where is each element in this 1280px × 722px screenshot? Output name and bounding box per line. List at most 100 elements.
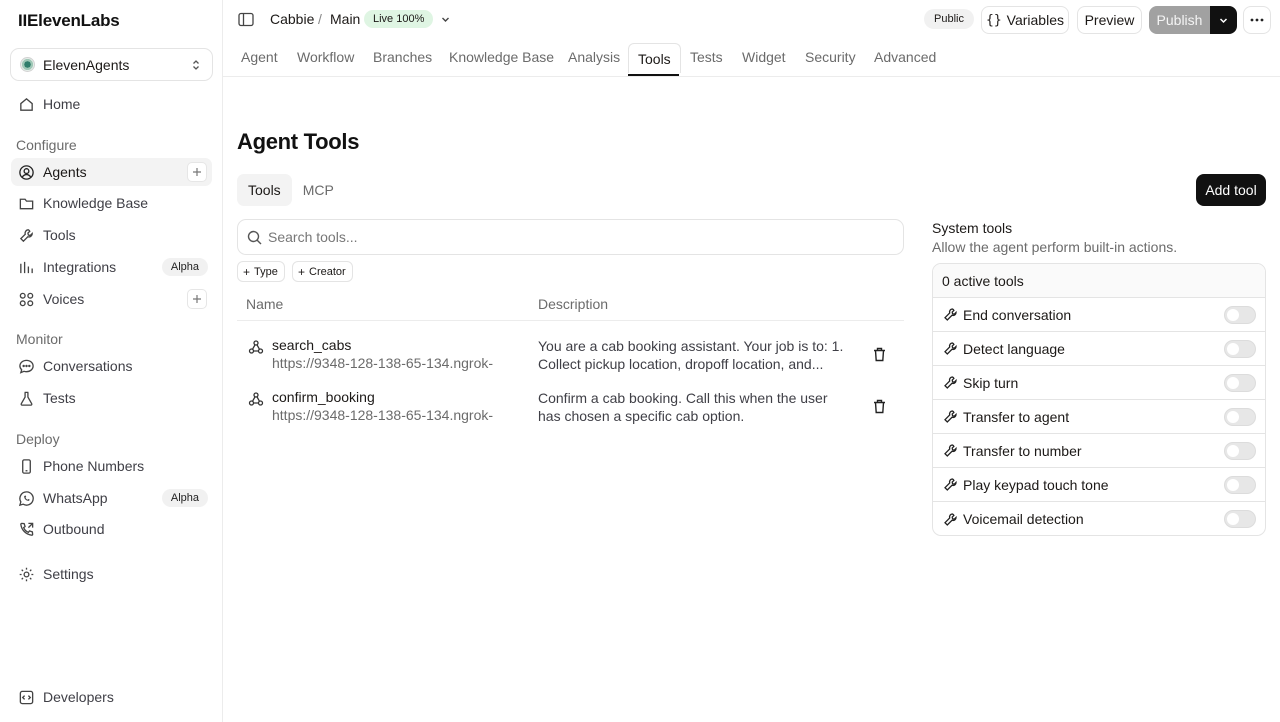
tools-table-header: Name Description: [237, 288, 904, 321]
system-tool-label: Play keypad touch tone: [963, 476, 1109, 493]
sidebar-item-label: Conversations: [43, 358, 133, 374]
sidebar-item-home[interactable]: Home: [11, 90, 212, 118]
visibility-badge[interactable]: Public: [924, 9, 974, 29]
toggle-switch[interactable]: [1224, 373, 1256, 392]
voices-grid-icon: [19, 292, 34, 306]
system-tool-play-keypad-touch-tone[interactable]: Play keypad touch tone: [933, 468, 1265, 502]
table-row[interactable]: confirm_booking https://9348-128-138-65-…: [237, 381, 904, 433]
toggle-switch[interactable]: [1224, 407, 1256, 426]
tab-advanced[interactable]: Advanced: [874, 43, 936, 71]
code-box-icon: [19, 690, 34, 704]
section-configure: Configure: [16, 137, 77, 153]
alpha-badge: Alpha: [161, 489, 208, 507]
active-tab-indicator: [628, 74, 679, 76]
sidebar-item-tools[interactable]: Tools: [11, 221, 212, 249]
system-tool-label: Voicemail detection: [963, 511, 1084, 527]
more-options-button[interactable]: [1243, 6, 1271, 34]
sidebar-item-phone-numbers[interactable]: Phone Numbers: [11, 452, 212, 480]
chat-bubble-icon: [19, 359, 34, 374]
sidebar: IIElevenLabs ElevenAgents Home Configure…: [0, 0, 223, 722]
subtab-tools[interactable]: Tools: [237, 174, 292, 206]
elevenlabs-logo[interactable]: IIElevenLabs: [18, 11, 120, 31]
plus-icon: +: [243, 264, 251, 279]
agent-tabs: Agent Workflow Branches Knowledge Base A…: [223, 40, 1280, 77]
sidebar-item-outbound[interactable]: Outbound: [11, 515, 212, 543]
sidebar-item-developers[interactable]: Developers: [11, 683, 212, 711]
toggle-switch[interactable]: [1224, 475, 1256, 494]
tab-workflow[interactable]: Workflow: [297, 43, 354, 71]
variables-button[interactable]: {} Variables: [981, 6, 1069, 34]
tab-tests[interactable]: Tests: [690, 43, 723, 71]
publish-button[interactable]: Publish: [1149, 6, 1210, 34]
system-tool-voicemail-detection[interactable]: Voicemail detection: [933, 502, 1265, 535]
sidebar-item-agents[interactable]: Agents: [11, 158, 212, 186]
sidebar-item-tests[interactable]: Tests: [11, 384, 212, 412]
system-tool-end-conversation[interactable]: End conversation: [933, 298, 1265, 332]
preview-button[interactable]: Preview: [1077, 6, 1142, 34]
system-tool-detect-language[interactable]: Detect language: [933, 332, 1265, 366]
subtab-mcp[interactable]: MCP: [292, 174, 345, 206]
sidebar-item-integrations[interactable]: Integrations Alpha: [11, 253, 212, 281]
system-tool-label: Transfer to number: [963, 442, 1082, 459]
table-row[interactable]: search_cabs https://9348-128-138-65-134.…: [237, 329, 904, 381]
active-tools-count: 0 active tools: [933, 264, 1265, 298]
sidebar-item-settings[interactable]: Settings: [11, 560, 212, 588]
webhook-icon: [248, 392, 264, 406]
toggle-switch[interactable]: [1224, 339, 1256, 358]
wrench-icon: [944, 308, 957, 321]
filter-type-button[interactable]: + Type: [237, 261, 285, 282]
user-circle-icon: [19, 164, 34, 180]
sidebar-item-label: Outbound: [43, 521, 105, 537]
filter-creator-button[interactable]: + Creator: [292, 261, 353, 282]
workspace-avatar: [20, 57, 35, 72]
add-voice-button[interactable]: [187, 289, 207, 309]
trash-icon[interactable]: [871, 346, 888, 363]
sidebar-item-voices[interactable]: Voices: [11, 285, 212, 313]
tab-knowledge-base[interactable]: Knowledge Base: [449, 43, 554, 71]
system-tools-list: 0 active tools End conversation Detect l…: [932, 263, 1266, 536]
variables-label: Variables: [1006, 12, 1064, 28]
wrench-icon: [944, 478, 957, 491]
sidebar-item-knowledge-base[interactable]: Knowledge Base: [11, 189, 212, 217]
sidebar-item-label: Developers: [43, 689, 114, 705]
tab-security[interactable]: Security: [805, 43, 856, 71]
system-tools-title: System tools: [932, 220, 1013, 236]
system-tool-skip-turn[interactable]: Skip turn: [933, 366, 1265, 400]
search-input[interactable]: Search tools...: [237, 219, 904, 255]
home-icon: [20, 97, 33, 111]
wrench-icon: [944, 342, 957, 355]
publish-options-button[interactable]: [1210, 6, 1237, 34]
add-tool-button[interactable]: Add tool: [1196, 174, 1266, 206]
sidebar-item-label: WhatsApp: [43, 490, 108, 506]
search-icon: [247, 230, 262, 244]
tab-analysis[interactable]: Analysis: [568, 43, 620, 71]
toggle-switch[interactable]: [1224, 510, 1256, 528]
tab-branches[interactable]: Branches: [373, 43, 432, 71]
breadcrumb-agent[interactable]: Cabbie: [270, 11, 314, 27]
sidebar-item-label: Agents: [43, 164, 87, 180]
system-tool-transfer-to-agent[interactable]: Transfer to agent: [933, 400, 1265, 434]
workspace-name: ElevenAgents: [43, 56, 130, 73]
add-agent-button[interactable]: [187, 162, 207, 182]
chevron-down-icon[interactable]: [440, 14, 451, 25]
system-tool-transfer-to-number[interactable]: Transfer to number: [933, 434, 1265, 468]
tool-url: https://9348-128-138-65-134.ngrok-...: [272, 407, 494, 423]
braces-icon: {}: [986, 12, 1002, 28]
wrench-icon: [19, 228, 33, 242]
sidebar-item-label: Tools: [43, 227, 76, 243]
tab-widget[interactable]: Widget: [742, 43, 786, 71]
breadcrumb-branch[interactable]: Main: [330, 11, 360, 27]
tab-agent[interactable]: Agent: [241, 43, 278, 71]
sidebar-item-whatsapp[interactable]: WhatsApp Alpha: [11, 484, 212, 512]
page-title: Agent Tools: [237, 129, 360, 154]
workspace-switcher[interactable]: ElevenAgents: [10, 48, 213, 81]
toggle-switch[interactable]: [1224, 305, 1256, 324]
trash-icon[interactable]: [871, 398, 888, 415]
sidebar-item-label: Voices: [43, 291, 85, 307]
sidebar-item-conversations[interactable]: Conversations: [11, 352, 212, 380]
toggle-switch[interactable]: [1224, 441, 1256, 460]
live-label: Live: [373, 13, 394, 25]
sidebar-item-label: Tests: [43, 390, 76, 406]
tab-tools[interactable]: Tools: [628, 43, 681, 73]
sidebar-toggle-icon[interactable]: [238, 12, 254, 27]
